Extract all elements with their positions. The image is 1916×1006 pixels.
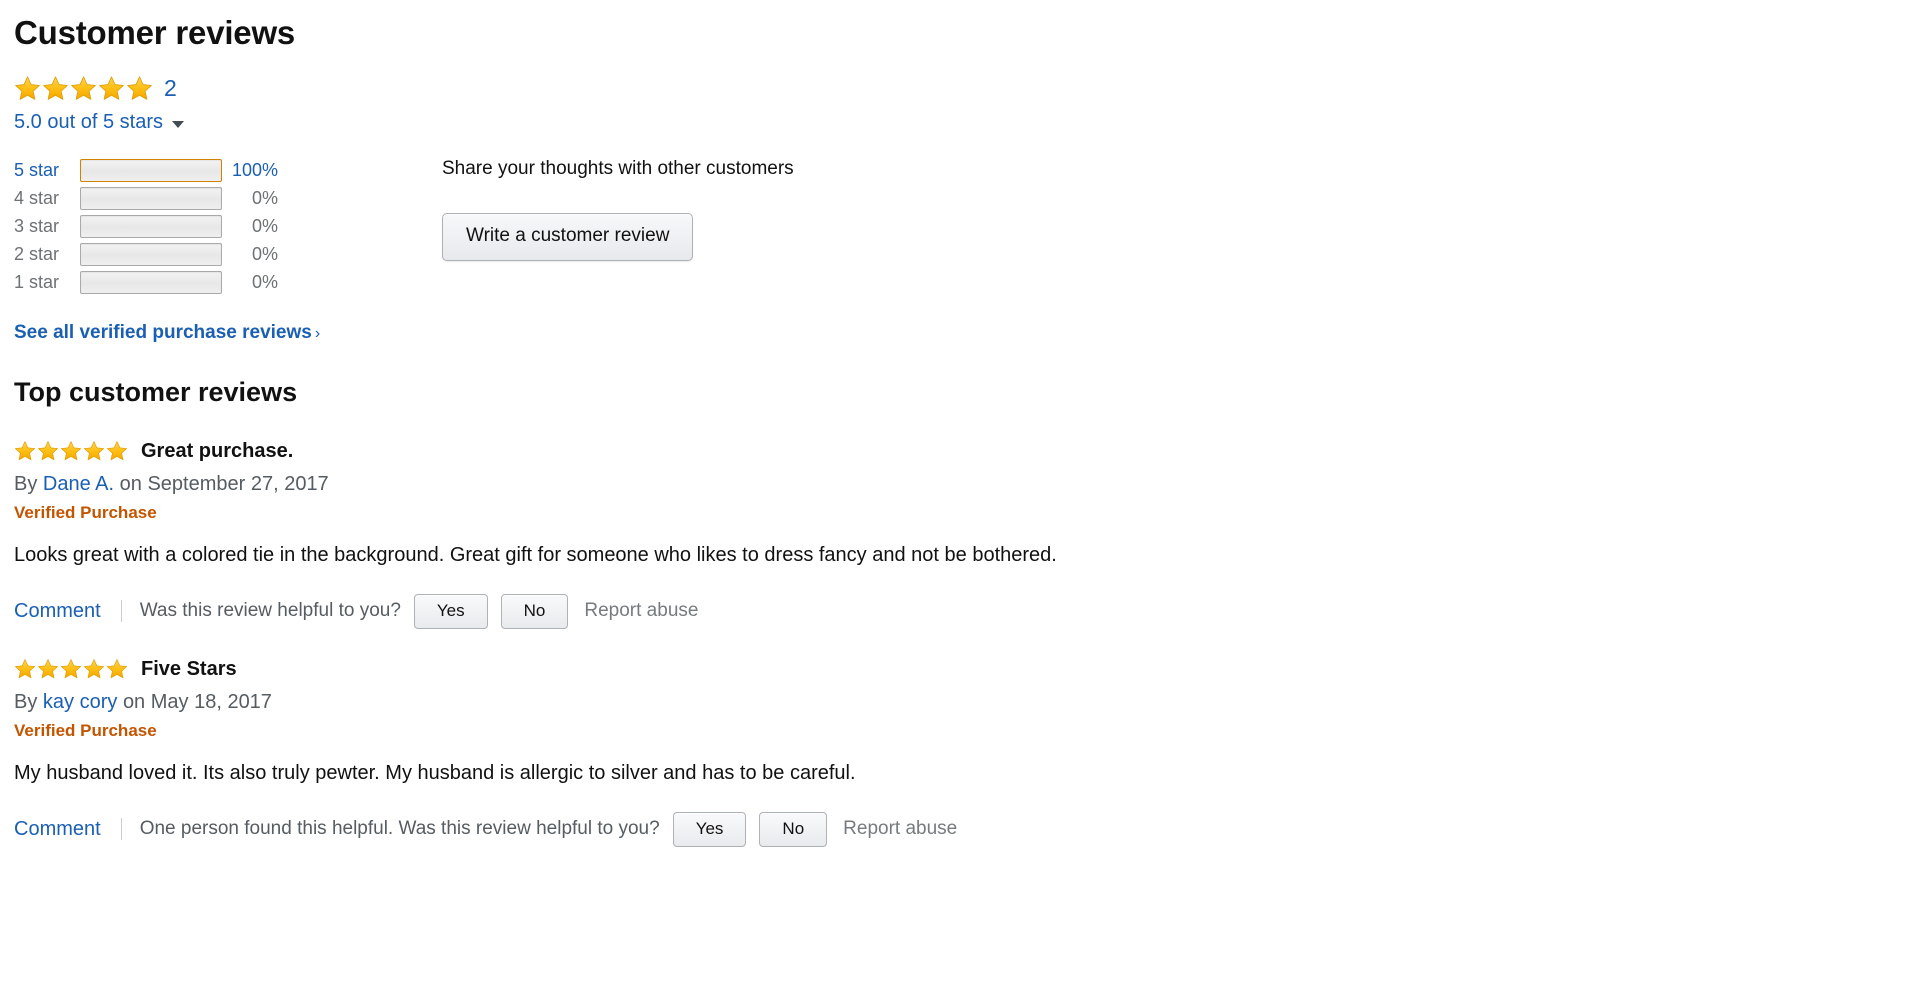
review-star-rating[interactable]	[14, 440, 128, 462]
star-icon	[15, 75, 40, 100]
star-icon	[127, 75, 152, 100]
review-date: on September 27, 2017	[119, 473, 329, 495]
hist-bar-3-star[interactable]	[80, 214, 222, 238]
hist-percent-1-star[interactable]: 0%	[222, 268, 284, 296]
helpful-no-button[interactable]: No	[500, 593, 569, 629]
star-icon	[99, 75, 124, 100]
review-body-text: Looks great with a colored tie in the ba…	[14, 544, 1057, 566]
helpful-yes-button[interactable]: Yes	[672, 811, 747, 847]
share-thoughts-title: Share your thoughts with other customers	[442, 158, 794, 179]
chevron-down-icon	[171, 120, 184, 128]
review-star-rating[interactable]	[14, 658, 128, 680]
star-icon	[83, 659, 105, 679]
hist-percent-2-star[interactable]: 0%	[222, 240, 284, 268]
chevron-right-icon: ›	[314, 325, 321, 342]
overall-star-rating[interactable]	[14, 75, 153, 102]
page-title: Customer reviews	[14, 14, 296, 51]
comment-link[interactable]: Comment	[14, 813, 101, 845]
top-customer-reviews-heading: Top customer reviews	[14, 377, 298, 407]
comment-link[interactable]: Comment	[14, 595, 101, 627]
star-icon	[14, 441, 36, 461]
star-icon	[37, 659, 59, 679]
review-byline: By Dane A. on September 27, 2017	[14, 470, 1916, 498]
star-icon	[83, 441, 105, 461]
review-actions-row: Comment Was this review helpful to you? …	[14, 593, 1916, 629]
star-icon	[106, 659, 128, 679]
review-title[interactable]: Five Stars	[141, 656, 237, 682]
review-actions-row: Comment One person found this helpful. W…	[14, 811, 1916, 847]
review-header: Five Stars	[14, 656, 1916, 682]
hist-percent-4-star[interactable]: 0%	[222, 184, 284, 212]
verified-purchase-badge: Verified Purchase	[14, 721, 157, 740]
table-row: 4 star 0%	[14, 184, 364, 212]
review-item: Great purchase. By Dane A. on September …	[14, 438, 1916, 629]
review-header: Great purchase.	[14, 438, 1916, 464]
hist-bar-1-star[interactable]	[80, 270, 222, 294]
table-row: 1 star 0%	[14, 268, 364, 296]
reviews-summary-section: 5 star 100% 4 star 0% 3 star 0% 2 star 0…	[14, 156, 1916, 296]
review-body-text: My husband loved it. Its also truly pewt…	[14, 762, 856, 784]
table-row: 5 star 100%	[14, 156, 364, 184]
hist-label-2-star[interactable]: 2 star	[14, 240, 80, 268]
average-rating-dropdown[interactable]: 5.0 out of 5 stars	[14, 111, 229, 134]
review-title[interactable]: Great purchase.	[141, 438, 293, 464]
helpful-prompt: Was this review helpful to you?	[139, 600, 401, 621]
helpful-prompt: One person found this helpful. Was this …	[139, 818, 660, 839]
table-row: 2 star 0%	[14, 240, 364, 268]
report-abuse-link[interactable]: Report abuse	[843, 813, 957, 845]
review-byline: By kay cory on May 18, 2017	[14, 688, 1916, 716]
hist-bar-4-star[interactable]	[80, 186, 222, 210]
review-count-link[interactable]: 2	[164, 73, 177, 103]
rating-histogram: 5 star 100% 4 star 0% 3 star 0% 2 star 0…	[14, 156, 364, 296]
byline-prefix: By	[14, 691, 38, 713]
hist-label-1-star[interactable]: 1 star	[14, 268, 80, 296]
report-abuse-link[interactable]: Report abuse	[584, 595, 698, 627]
divider	[120, 818, 122, 840]
review-item: Five Stars By kay cory on May 18, 2017 V…	[14, 656, 1916, 847]
customer-reviews-page: Customer reviews 2 5.0 out of 5 stars 5 …	[0, 0, 1916, 1006]
star-icon	[106, 441, 128, 461]
review-date: on May 18, 2017	[122, 691, 272, 713]
hist-label-5-star[interactable]: 5 star	[14, 156, 80, 184]
average-rating-label: 5.0 out of 5 stars	[14, 111, 163, 133]
review-author-link[interactable]: kay cory	[43, 691, 117, 713]
share-thoughts-section: Share your thoughts with other customers…	[442, 156, 794, 261]
star-icon	[60, 659, 82, 679]
see-all-verified-reviews-link[interactable]: See all verified purchase reviews ›	[14, 322, 320, 344]
divider	[120, 600, 122, 622]
hist-label-4-star[interactable]: 4 star	[14, 184, 80, 212]
see-all-label: See all verified purchase reviews	[14, 322, 312, 343]
table-row: 3 star 0%	[14, 212, 364, 240]
write-customer-review-button[interactable]: Write a customer review	[442, 213, 694, 261]
hist-percent-3-star[interactable]: 0%	[222, 212, 284, 240]
overall-rating-row: 2	[14, 73, 1916, 103]
hist-bar-2-star[interactable]	[80, 242, 222, 266]
byline-prefix: By	[14, 473, 38, 495]
hist-percent-5-star[interactable]: 100%	[222, 156, 284, 184]
hist-label-3-star[interactable]: 3 star	[14, 212, 80, 240]
hist-bar-5-star[interactable]	[80, 158, 222, 182]
star-icon	[43, 75, 68, 100]
star-icon	[71, 75, 96, 100]
helpful-no-button[interactable]: No	[759, 811, 828, 847]
verified-purchase-badge: Verified Purchase	[14, 503, 157, 522]
star-icon	[60, 441, 82, 461]
star-icon	[37, 441, 59, 461]
helpful-yes-button[interactable]: Yes	[413, 593, 488, 629]
review-author-link[interactable]: Dane A.	[43, 473, 114, 495]
star-icon	[14, 659, 36, 679]
